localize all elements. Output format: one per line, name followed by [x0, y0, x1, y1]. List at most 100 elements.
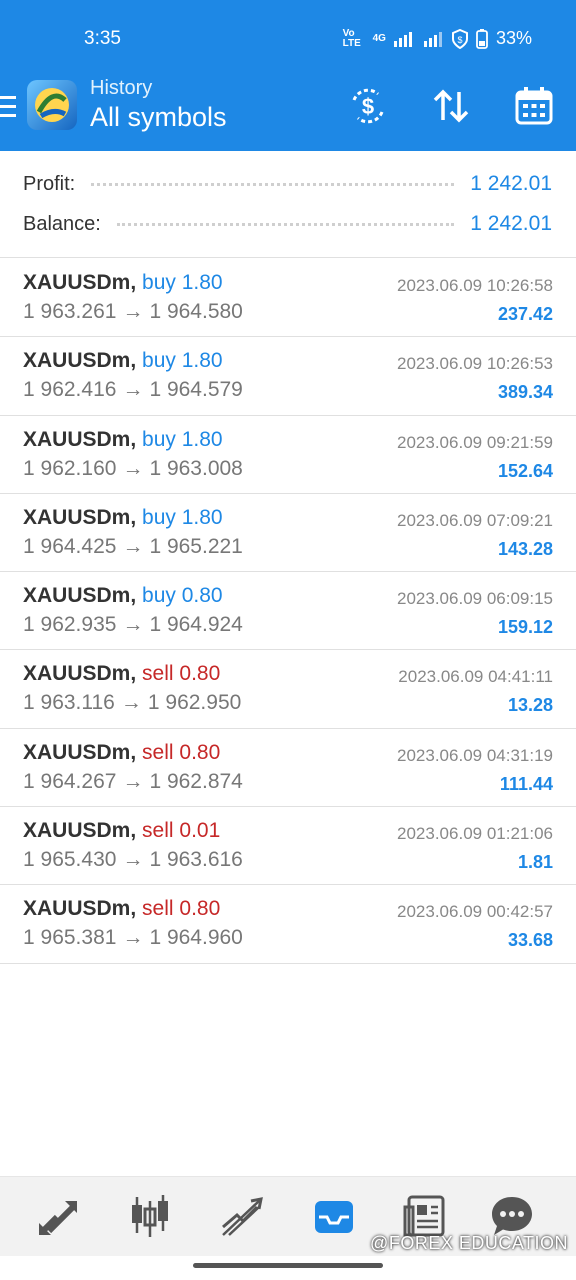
trade-side: sell — [142, 740, 174, 764]
trade-list: XAUUSDm, buy 1.80 1 963.261 → 1 964.580 20… — [0, 259, 576, 964]
trade-close-price: 1 963.008 — [149, 456, 243, 480]
summary-panel: Profit: 1 242.01 Balance: 1 242.01 — [0, 151, 576, 258]
quotes-icon[interactable] — [35, 1193, 81, 1239]
trade-side: sell — [142, 662, 174, 686]
trade-open-price: 1 962.416 — [23, 378, 117, 402]
menu-icon[interactable] — [0, 96, 16, 118]
status-time: 3:35 — [84, 28, 121, 49]
header-title[interactable]: All symbols — [90, 102, 227, 133]
trade-symbol: XAUUSDm, — [23, 271, 137, 294]
trade-row[interactable]: XAUUSDm, sell 0.80 1 965.381 → 1 964.960 2… — [0, 885, 576, 964]
trade-side: buy — [142, 584, 176, 608]
trade-row[interactable]: XAUUSDm, buy 1.80 1 962.160 → 1 963.008 20… — [0, 416, 576, 494]
balance-value: 1 242.01 — [470, 212, 552, 235]
arrow-right-icon: → — [122, 456, 144, 480]
trade-open-price: 1 963.116 — [23, 691, 115, 715]
trade-prices: 1 962.935 → 1 964.924 — [23, 613, 243, 637]
trade-side: buy — [142, 349, 176, 373]
trade-open-price: 1 963.261 — [23, 300, 117, 323]
trade-row[interactable]: XAUUSDm, sell 0.01 1 965.430 → 1 963.616 2… — [0, 807, 576, 886]
trade-row[interactable]: XAUUSDm, buy 1.80 1 964.425 → 1 965.221 20… — [0, 494, 576, 573]
trade-prices: 1 965.430 → 1 963.616 — [23, 848, 243, 872]
trade-profit: 33.68 — [507, 930, 553, 951]
watermark: @FOREX EDUCATION — [370, 1233, 568, 1253]
trade-symbol: XAUUSDm, — [23, 427, 137, 451]
arrow-right-icon: → — [122, 300, 144, 323]
trade-row[interactable]: XAUUSDm, sell 0.80 1 964.267 → 1 962.874 2… — [0, 729, 576, 808]
trade-side: buy — [142, 271, 176, 294]
chart-icon[interactable] — [127, 1193, 173, 1239]
trade-symbol-line: XAUUSDm, buy 1.80 — [23, 349, 223, 373]
trade-symbol: XAUUSDm, — [23, 505, 137, 529]
arrow-right-icon: → — [122, 378, 144, 402]
trade-symbol-line: XAUUSDm, buy 1.80 — [23, 271, 223, 295]
trade-open-price: 1 962.935 — [23, 613, 117, 637]
trade-volume: 1.80 — [181, 505, 223, 529]
trade-profit: 143.28 — [497, 538, 553, 559]
balance-dots — [116, 222, 455, 226]
trade-close-price: 1 962.874 — [149, 769, 243, 793]
trade-open-price: 1 965.430 — [23, 848, 117, 872]
profit-row: Profit: 1 242.01 — [23, 169, 552, 199]
trade-symbol: XAUUSDm, — [23, 662, 137, 686]
sort-icon[interactable] — [431, 86, 471, 126]
dollar-refresh-icon[interactable]: $ — [348, 86, 388, 126]
trade-profit: 159.12 — [497, 617, 553, 638]
metatrader-logo — [27, 80, 77, 130]
arrow-right-icon: → — [122, 534, 144, 558]
trade-row[interactable]: XAUUSDm, buy 1.80 1 962.416 → 1 964.579 20… — [0, 337, 576, 416]
trade-symbol-line: XAUUSDm, buy 1.80 — [23, 428, 223, 452]
trade-symbol: XAUUSDm, — [23, 740, 137, 764]
svg-text:$: $ — [457, 35, 462, 45]
trade-symbol: XAUUSDm, — [23, 897, 137, 921]
trade-profit: 389.34 — [497, 382, 553, 403]
trade-volume: 1.80 — [181, 427, 223, 451]
trade-volume: 0.80 — [179, 740, 221, 764]
trade-side: sell — [142, 897, 174, 921]
calendar-icon[interactable] — [514, 86, 554, 126]
trade-time: 2023.06.09 10:26:53 — [397, 354, 553, 374]
trade-profit: 152.64 — [497, 460, 553, 481]
trade-volume: 0.01 — [179, 819, 221, 843]
trade-prices: 1 962.160 → 1 963.008 — [23, 457, 243, 481]
trade-time: 2023.06.09 00:42:57 — [397, 902, 553, 922]
trade-symbol: XAUUSDm, — [23, 349, 137, 373]
header-subtitle: History — [90, 77, 153, 99]
trade-time: 2023.06.09 04:41:11 — [398, 667, 553, 687]
home-indicator[interactable] — [193, 1263, 383, 1268]
trade-open-price: 1 964.267 — [23, 769, 117, 793]
trade-time: 2023.06.09 07:09:21 — [397, 510, 553, 530]
signal-icon-2 — [423, 31, 442, 47]
trade-prices: 1 964.267 → 1 962.874 — [23, 770, 243, 794]
trade-side: buy — [142, 505, 176, 529]
trade-volume: 0.80 — [179, 897, 221, 921]
trade-prices: 1 964.425 → 1 965.221 — [23, 535, 243, 559]
trade-time: 2023.06.09 09:21:59 — [397, 432, 553, 452]
arrow-right-icon: → — [122, 848, 144, 872]
arrow-right-icon: → — [122, 926, 144, 950]
trade-volume: 1.80 — [181, 349, 223, 373]
trade-profit: 111.44 — [499, 773, 553, 794]
trade-symbol-line: XAUUSDm, sell 0.80 — [23, 662, 220, 686]
battery-icon — [476, 28, 488, 49]
trade-prices: 1 965.381 → 1 964.960 — [23, 926, 243, 950]
trade-row[interactable]: XAUUSDm, sell 0.80 1 963.116 → 1 962.950 2… — [0, 650, 576, 729]
svg-text:$: $ — [362, 94, 374, 119]
trade-side: sell — [142, 819, 174, 843]
trade-time: 2023.06.09 06:09:15 — [397, 589, 553, 609]
shield-icon: $ — [451, 28, 468, 49]
arrow-right-icon: → — [122, 613, 144, 637]
trade-symbol-line: XAUUSDm, sell 0.80 — [23, 897, 220, 921]
app-bar: 3:35 Vo LTE 4G $ 33% History All symbols… — [0, 0, 576, 151]
history-icon[interactable] — [311, 1193, 357, 1239]
trade-row[interactable]: XAUUSDm, buy 0.80 1 962.935 → 1 964.924 20… — [0, 572, 576, 651]
trade-symbol: XAUUSDm, — [23, 819, 137, 843]
trade-icon[interactable] — [219, 1193, 265, 1239]
trade-open-price: 1 965.381 — [23, 926, 117, 950]
trade-row[interactable]: XAUUSDm, buy 1.80 1 963.261 → 1 964.580 20… — [0, 259, 576, 338]
trade-close-price: 1 964.960 — [149, 926, 243, 950]
trade-prices: 1 963.116 → 1 962.950 — [23, 691, 241, 715]
status-icons: Vo LTE 4G $ 33% — [343, 28, 532, 49]
trade-close-price: 1 964.579 — [149, 378, 243, 402]
volte-indicator: Vo LTE — [342, 27, 361, 49]
